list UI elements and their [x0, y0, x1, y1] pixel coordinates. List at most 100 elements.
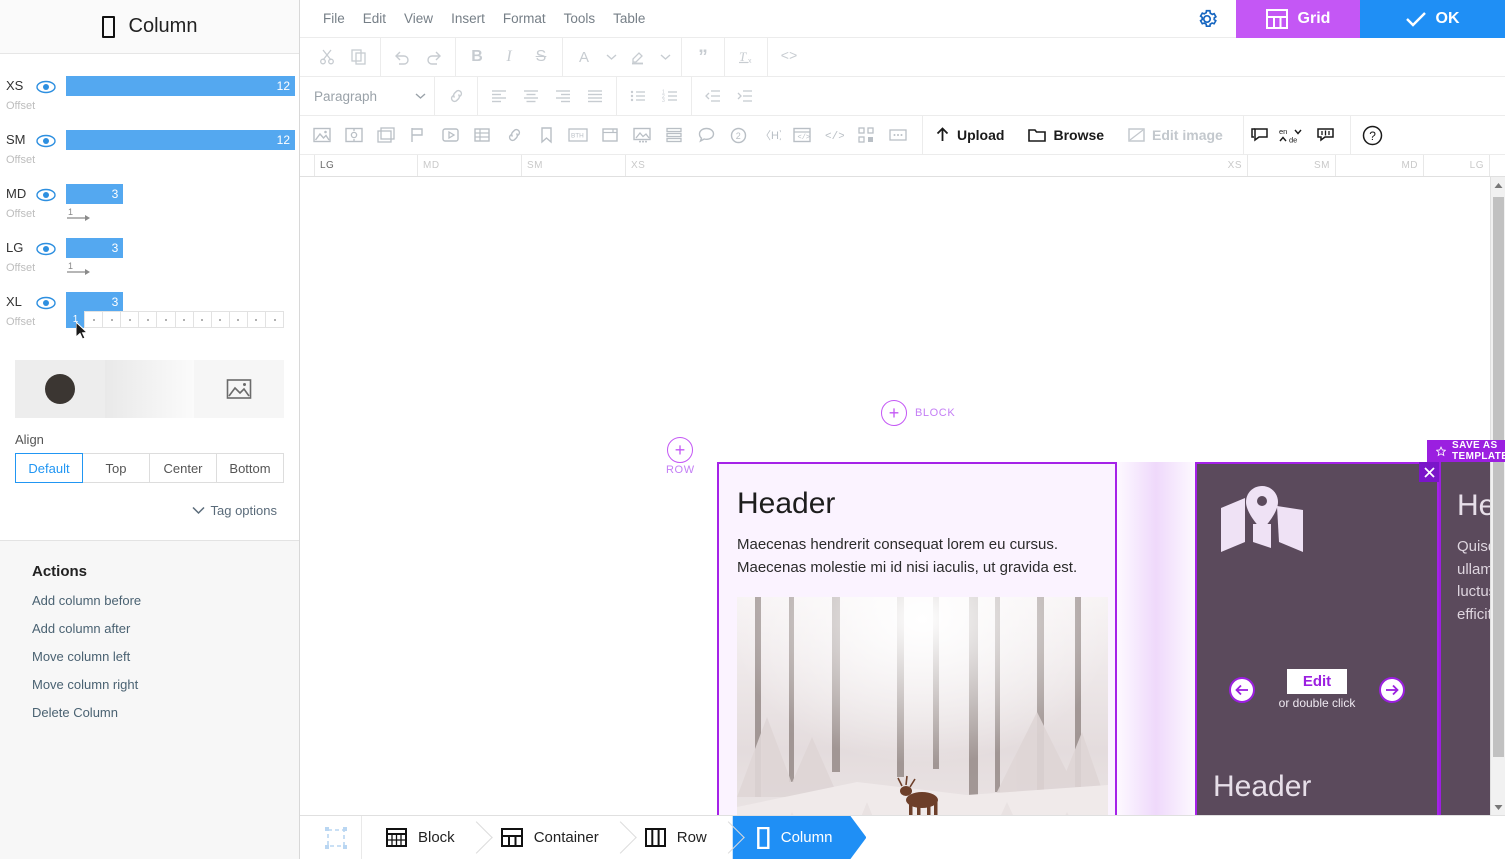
offset-cell[interactable] — [210, 311, 230, 328]
offset-cell[interactable] — [265, 311, 285, 328]
bold-icon[interactable]: B — [461, 42, 493, 72]
save-as-template-button[interactable]: SAVE AS TEMPLATE — [1427, 440, 1505, 462]
winter-forest-deer-photo[interactable] — [737, 597, 1108, 815]
window-icon[interactable] — [594, 120, 626, 150]
bth-icon[interactable]: BTH — [562, 120, 594, 150]
align-justify-icon[interactable] — [579, 81, 611, 111]
breadcrumb-item-column[interactable]: Column — [733, 816, 867, 859]
column-a[interactable]: Header Maecenas hendrerit consequat lore… — [717, 462, 1117, 815]
clear-formatting-icon[interactable]: Tx — [730, 42, 762, 72]
image-settings-icon[interactable] — [338, 120, 370, 150]
offset-cell[interactable] — [246, 311, 267, 328]
comment-icon[interactable] — [690, 120, 722, 150]
background-image-option[interactable] — [194, 360, 285, 418]
background-solid-option[interactable] — [15, 360, 105, 418]
scrollbar-thumb[interactable] — [1493, 197, 1504, 757]
translate-icon[interactable] — [1310, 120, 1342, 150]
offset-arrow-icon-md[interactable]: 1 — [66, 206, 90, 222]
lang-en-de-icon[interactable]: en de — [1276, 120, 1310, 150]
arrow-right-circle-icon[interactable] — [1379, 676, 1406, 703]
link-icon[interactable] — [440, 81, 472, 111]
indent-icon[interactable] — [729, 81, 761, 111]
link-icon[interactable] — [498, 120, 530, 150]
offset-cell[interactable] — [120, 311, 140, 328]
width-slider-xs[interactable]: 12 — [66, 76, 295, 96]
qr-icon[interactable] — [850, 120, 882, 150]
settings-gear-button[interactable] — [1178, 0, 1236, 38]
add-block-top-button[interactable]: + BLOCK — [881, 400, 955, 426]
code-icon[interactable]: </> — [818, 120, 850, 150]
rows-icon[interactable] — [658, 120, 690, 150]
align-option-default[interactable]: Default — [15, 453, 83, 483]
close-icon[interactable] — [1419, 462, 1439, 482]
menu-view[interactable]: View — [395, 11, 442, 26]
arrow-left-circle-icon[interactable] — [1228, 676, 1255, 703]
align-center-icon[interactable] — [515, 81, 547, 111]
visibility-eye-icon-xs[interactable] — [36, 80, 56, 94]
help-icon[interactable]: ? — [1357, 120, 1389, 150]
width-slider-sm[interactable]: 12 — [66, 130, 295, 150]
footnote-icon[interactable]: 2 — [722, 120, 754, 150]
width-slider-lg[interactable]: 3 — [66, 238, 295, 258]
undo-icon[interactable] — [386, 42, 418, 72]
menu-file[interactable]: File — [314, 11, 354, 26]
bookmark-icon[interactable] — [530, 120, 562, 150]
menu-table[interactable]: Table — [604, 11, 654, 26]
select-area-icon[interactable] — [310, 816, 362, 859]
breadcrumb-item-block[interactable]: Block — [362, 816, 477, 859]
source-code-icon[interactable]: <> — [773, 42, 805, 72]
offset-arrow-icon-lg[interactable]: 1 — [66, 260, 90, 276]
media-icon[interactable] — [626, 120, 658, 150]
cut-icon[interactable] — [311, 42, 343, 72]
width-slider-md[interactable]: 3 — [66, 184, 295, 204]
offset-cell[interactable] — [138, 311, 158, 328]
offset-cell[interactable] — [156, 311, 176, 328]
align-option-top[interactable]: Top — [82, 453, 150, 483]
image-stack-icon[interactable] — [370, 120, 402, 150]
upload-button[interactable]: Upload — [923, 120, 1016, 150]
more-icon[interactable] — [882, 120, 914, 150]
offset-cell[interactable] — [102, 311, 122, 328]
outdent-icon[interactable] — [697, 81, 729, 111]
menu-insert[interactable]: Insert — [442, 11, 494, 26]
paragraph-format-select[interactable]: Paragraph — [306, 82, 434, 110]
menu-tools[interactable]: Tools — [555, 11, 605, 26]
action-delete-column[interactable]: Delete Column — [32, 705, 299, 720]
grid-button[interactable]: Grid — [1236, 0, 1360, 38]
menu-edit[interactable]: Edit — [354, 11, 395, 26]
align-option-bottom[interactable]: Bottom — [216, 453, 284, 483]
offset-picker-xl[interactable]: 1 — [66, 311, 285, 328]
align-left-icon[interactable] — [483, 81, 515, 111]
offset-cell[interactable] — [174, 311, 194, 328]
menu-format[interactable]: Format — [494, 11, 555, 26]
template-icon[interactable]: </> — [786, 120, 818, 150]
action-add-column-before[interactable]: Add column before — [32, 593, 299, 608]
scroll-up-icon[interactable] — [1491, 177, 1505, 193]
action-move-column-left[interactable]: Move column left — [32, 649, 299, 664]
flag-icon[interactable] — [402, 120, 434, 150]
bullet-list-icon[interactable] — [622, 81, 654, 111]
scroll-down-icon[interactable] — [1491, 799, 1505, 815]
text-color-icon[interactable]: A — [568, 42, 600, 72]
numbered-list-icon[interactable]: 123 — [654, 81, 686, 111]
text-color-chevron-down-icon[interactable] — [600, 42, 622, 72]
heading-tag-icon[interactable]: 〈H〉 — [754, 120, 786, 150]
breadcrumb-item-row[interactable]: Row — [621, 816, 729, 859]
table-icon[interactable] — [466, 120, 498, 150]
visibility-eye-icon-xl[interactable] — [36, 296, 56, 310]
strikethrough-icon[interactable]: S — [525, 42, 557, 72]
add-row-top-button[interactable]: + ROW — [666, 437, 694, 476]
align-option-center[interactable]: Center — [149, 453, 217, 483]
ok-button[interactable]: OK — [1360, 0, 1505, 38]
italic-icon[interactable]: I — [493, 42, 525, 72]
width-slider-xl[interactable]: 3 — [66, 292, 295, 312]
visibility-eye-icon-lg[interactable] — [36, 242, 56, 256]
background-gradient-option[interactable] — [104, 360, 195, 418]
canvas-scrollbar[interactable] — [1490, 177, 1505, 815]
image-icon[interactable] — [306, 120, 338, 150]
redo-icon[interactable] — [418, 42, 450, 72]
highlight-color-icon[interactable] — [622, 42, 654, 72]
align-right-icon[interactable] — [547, 81, 579, 111]
offset-cell[interactable] — [192, 311, 212, 328]
edit-image-button[interactable]: Edit image — [1116, 120, 1235, 150]
